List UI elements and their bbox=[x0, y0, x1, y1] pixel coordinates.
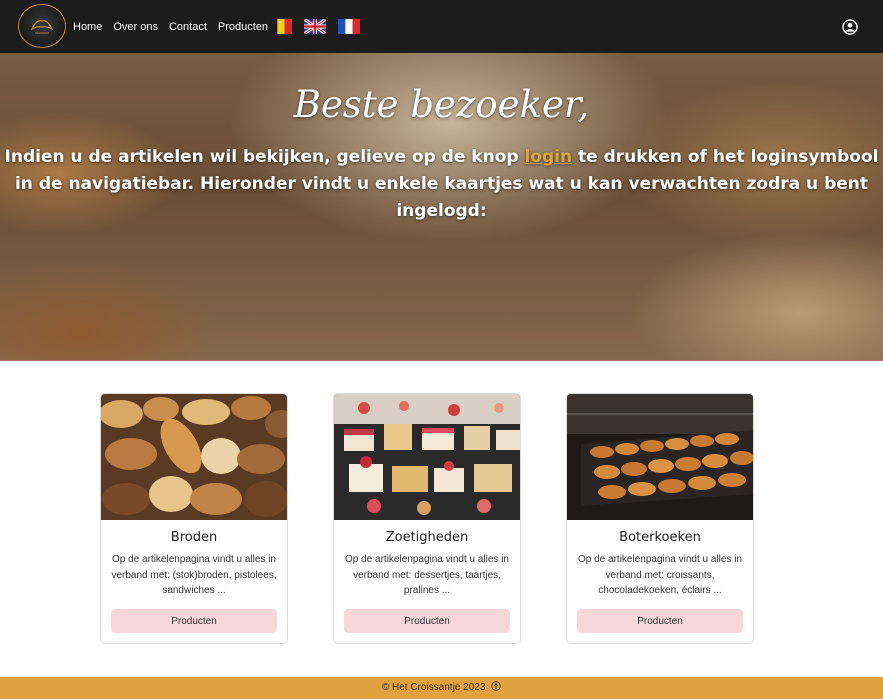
pastries-image bbox=[334, 394, 520, 520]
user-circle-icon[interactable] bbox=[842, 19, 858, 35]
croissant-logo-icon bbox=[30, 20, 54, 34]
footer-text: © Het Croissantje 2023 bbox=[381, 682, 486, 693]
hero-banner: Beste bezoeker, Indien u de artikelen wi… bbox=[0, 53, 883, 361]
card-broden: Broden Op de artikelenpagina vindt u all… bbox=[100, 393, 288, 644]
logo[interactable] bbox=[18, 4, 66, 48]
language-flags bbox=[270, 19, 372, 34]
card-boterkoeken: Boterkoeken Op de artikelenpagina vindt … bbox=[566, 393, 754, 644]
belgium-flag-icon[interactable] bbox=[270, 19, 292, 34]
card-zoetigheden: Zoetigheden Op de artikelenpagina vindt … bbox=[333, 393, 521, 644]
nav-link-over-ons[interactable]: Over ons bbox=[113, 21, 158, 33]
navbar: Home Over ons Contact Producten bbox=[0, 0, 883, 53]
login-link[interactable]: login bbox=[524, 147, 572, 167]
card-text: Op de artikelenpagina vindt u alles in v… bbox=[578, 554, 742, 596]
france-flag-icon[interactable] bbox=[338, 19, 360, 34]
card-text: Op de artikelenpagina vindt u alles in v… bbox=[111, 554, 277, 596]
nav-link-producten[interactable]: Producten bbox=[218, 21, 268, 33]
producten-button[interactable]: Producten bbox=[344, 609, 510, 633]
hero-text-before: Indien u de artikelen wil bekijken, geli… bbox=[4, 147, 525, 167]
producten-button[interactable]: Producten bbox=[111, 609, 277, 633]
producten-button[interactable]: Producten bbox=[577, 609, 743, 633]
nav-link-home[interactable]: Home bbox=[73, 21, 102, 33]
hero-text: Indien u de artikelen wil bekijken, geli… bbox=[2, 144, 881, 225]
card-text: Op de artikelenpagina vindt u alles in v… bbox=[345, 554, 509, 596]
card-title: Zoetigheden bbox=[385, 530, 469, 545]
card-title: Boterkoeken bbox=[619, 530, 701, 545]
hero-title: Beste bezoeker, bbox=[293, 83, 590, 126]
bread-image bbox=[101, 394, 287, 520]
arrow-up-circle-icon[interactable] bbox=[491, 681, 501, 691]
croissants-image bbox=[567, 394, 753, 520]
card-title: Broden bbox=[170, 530, 218, 545]
footer: © Het Croissantje 2023 bbox=[0, 677, 883, 699]
nav-links: Home Over ons Contact Producten bbox=[73, 0, 279, 53]
uk-flag-icon[interactable] bbox=[304, 19, 326, 34]
nav-link-contact[interactable]: Contact bbox=[169, 21, 207, 33]
